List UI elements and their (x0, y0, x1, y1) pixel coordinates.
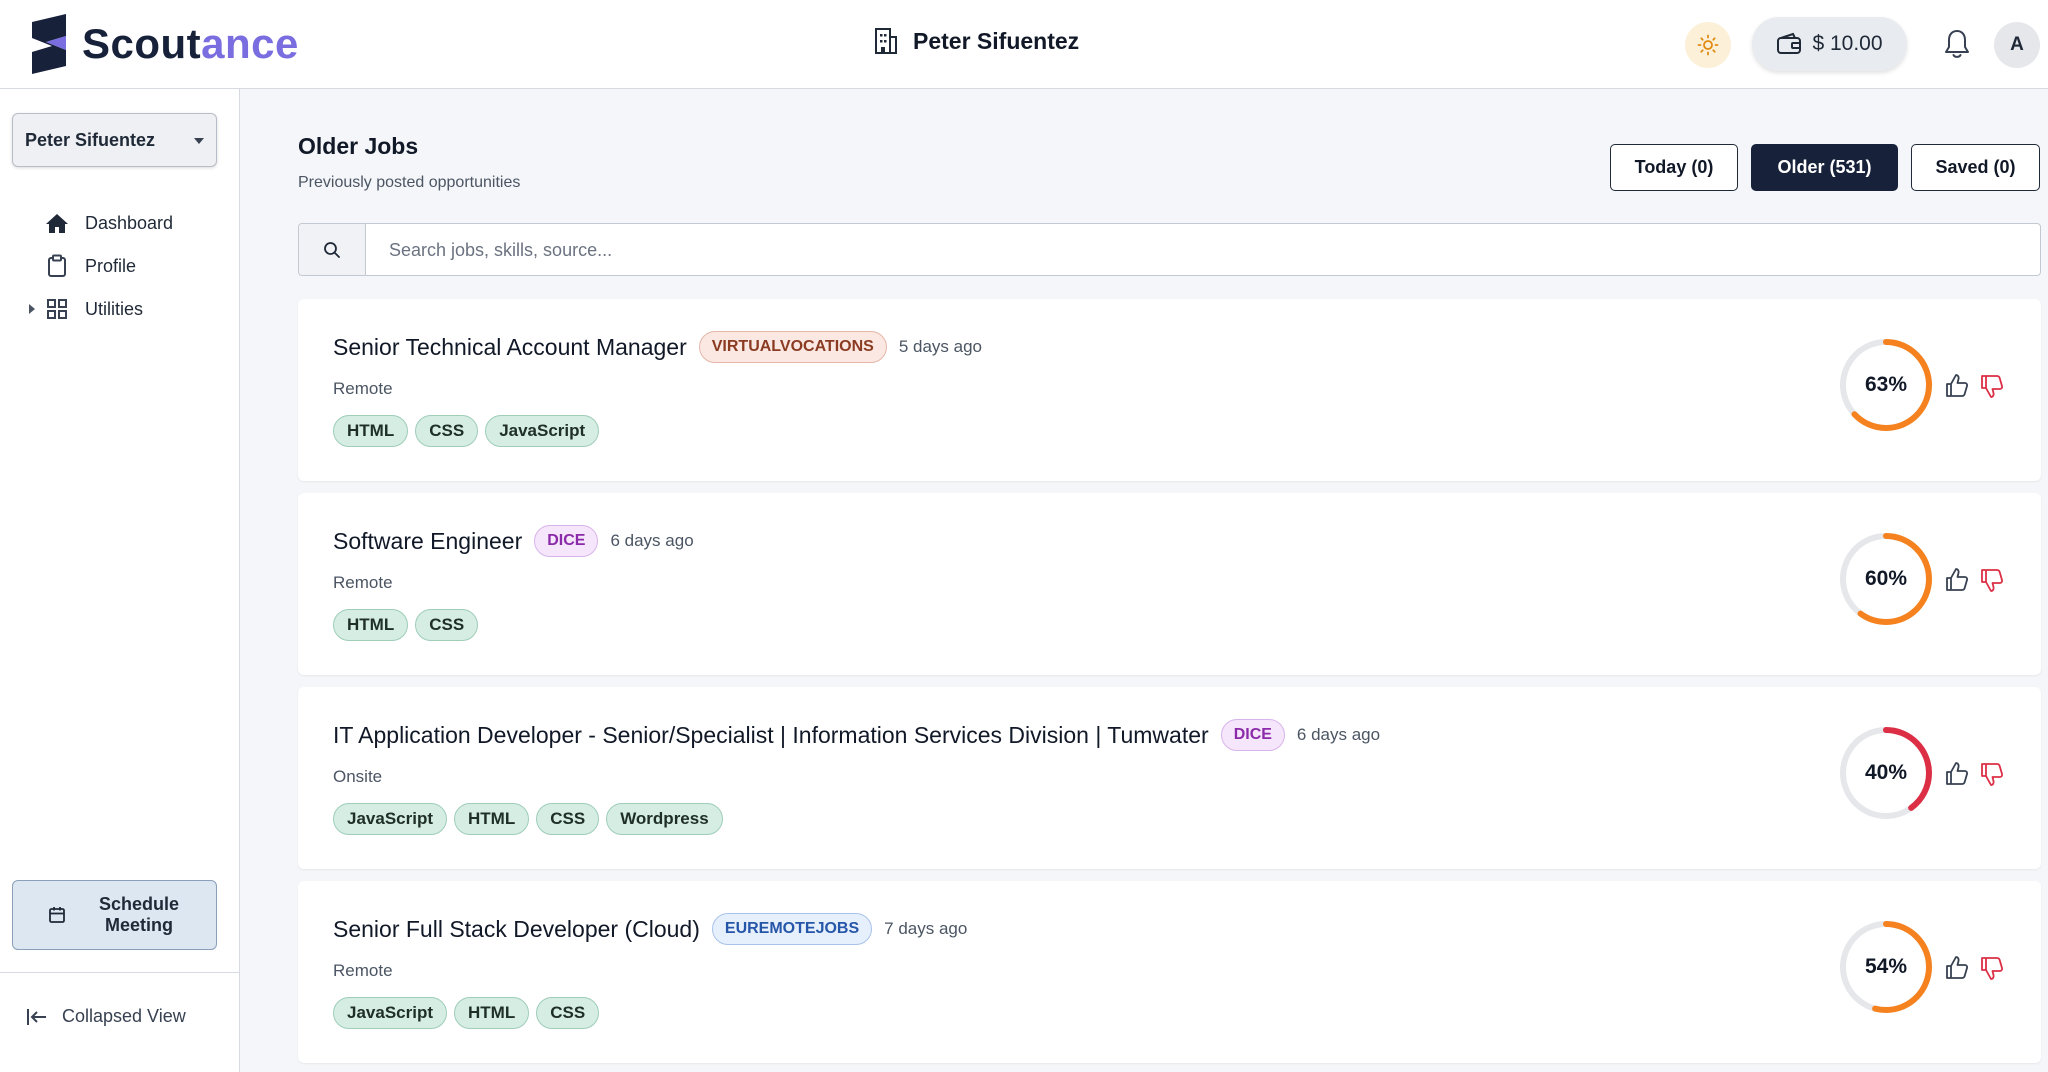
skill-tag: JavaScript (333, 997, 447, 1029)
job-card[interactable]: Senior Technical Account Manager VIRTUAL… (298, 299, 2041, 481)
skill-tag: CSS (536, 803, 600, 835)
collapse-left-icon (27, 1008, 46, 1025)
skill-tags: JavaScript HTML CSS (333, 997, 606, 1029)
skill-tag: HTML (454, 997, 530, 1029)
source-badge: EUREMOTEJOBS (711, 913, 873, 945)
expand-arrow-icon[interactable] (29, 304, 35, 314)
sidebar-item-label: Dashboard (85, 212, 174, 233)
job-card[interactable]: IT Application Developer - Senior/Specia… (298, 687, 2041, 869)
skill-tag: JavaScript (333, 803, 447, 835)
company-name: Peter Sifuentez (913, 27, 1080, 54)
match-percent: 40% (1864, 761, 1908, 784)
thumbs-up-icon[interactable] (1945, 373, 1969, 399)
job-card[interactable]: Senior Full Stack Developer (Cloud) EURE… (298, 881, 2041, 1063)
wallet-icon (1777, 32, 1802, 54)
job-title[interactable]: Senior Full Stack Developer (Cloud) (333, 916, 700, 943)
thumbs-up-icon[interactable] (1945, 567, 1969, 593)
company-indicator: Peter Sifuentez (873, 27, 1079, 55)
theme-toggle-button[interactable] (1685, 22, 1731, 68)
job-location: Remote (333, 961, 393, 980)
match-score-ring: 60% (1838, 531, 1934, 627)
match-score-ring: 40% (1838, 725, 1934, 821)
sidebar-divider (0, 972, 240, 973)
job-location: Remote (333, 573, 393, 592)
sidebar-item-profile[interactable]: Profile (22, 253, 136, 279)
sidebar-item-label: Utilities (85, 298, 144, 319)
skill-tag: CSS (415, 609, 479, 641)
match-percent: 54% (1864, 955, 1908, 978)
sidebar-item-dashboard[interactable]: Dashboard (22, 210, 173, 236)
source-badge: DICE (1220, 719, 1285, 751)
match-percent: 63% (1864, 373, 1908, 396)
skill-tags: HTML CSS JavaScript (333, 415, 606, 447)
posted-age: 6 days ago (610, 531, 694, 550)
search-button[interactable] (299, 224, 366, 275)
clipboard-icon (44, 253, 70, 279)
sidebar-item-label: Profile (85, 255, 137, 276)
thumbs-down-icon[interactable] (1980, 567, 2004, 593)
collapse-view-label: Collapsed View (62, 1006, 186, 1026)
job-card[interactable]: Software Engineer DICE 6 days ago Remote… (298, 493, 2041, 675)
top-header: Scoutance Peter Sifuentez $ 10.00 A (0, 0, 2048, 89)
scoutance-logo-icon (32, 14, 66, 74)
sun-icon (1697, 34, 1719, 56)
job-title[interactable]: IT Application Developer - Senior/Specia… (333, 722, 1209, 749)
schedule-meeting-label: Schedule Meeting (98, 894, 180, 935)
skill-tag: CSS (415, 415, 479, 447)
avatar[interactable]: A (1994, 22, 2040, 68)
skill-tag: Wordpress (606, 803, 723, 835)
sidebar-item-utilities[interactable]: Utilities (22, 296, 143, 322)
search-bar (298, 223, 2041, 276)
thumbs-down-icon[interactable] (1980, 955, 2004, 981)
skill-tag: CSS (536, 997, 600, 1029)
app-logo[interactable]: Scoutance (30, 12, 299, 76)
home-icon (44, 210, 70, 236)
job-title[interactable]: Senior Technical Account Manager (333, 334, 687, 361)
collapse-view-button[interactable]: Collapsed View (26, 1006, 186, 1027)
posted-age: 7 days ago (884, 919, 968, 938)
search-input[interactable] (389, 236, 1989, 264)
match-score-ring: 54% (1838, 919, 1934, 1015)
job-location: Onsite (333, 767, 383, 786)
thumbs-up-icon[interactable] (1945, 955, 1969, 981)
source-badge: DICE (534, 525, 599, 557)
tab-today[interactable]: Today (0) (1610, 144, 1738, 191)
job-location: Remote (333, 379, 393, 398)
schedule-meeting-button[interactable]: Schedule Meeting (12, 880, 217, 950)
match-score-ring: 63% (1838, 337, 1934, 433)
wallet-balance-button[interactable]: $ 10.00 (1752, 17, 1907, 71)
thumbs-down-icon[interactable] (1980, 373, 2004, 399)
wallet-amount: $ 10.00 (1812, 32, 1883, 55)
building-icon (875, 28, 897, 54)
job-title[interactable]: Software Engineer (333, 528, 522, 555)
bell-icon[interactable] (1942, 28, 1972, 60)
user-select-dropdown[interactable]: Peter Sifuentez (12, 113, 217, 167)
page-title: Older Jobs (298, 133, 419, 159)
user-select-value: Peter Sifuentez (25, 129, 156, 150)
tab-older[interactable]: Older (531) (1751, 144, 1898, 191)
grid-icon (44, 296, 70, 322)
source-badge: VIRTUALVOCATIONS (698, 331, 887, 363)
caret-down-icon (194, 138, 204, 144)
app-name: Scoutance (82, 20, 299, 67)
posted-age: 5 days ago (898, 337, 983, 356)
match-percent: 60% (1864, 567, 1908, 590)
skill-tag: HTML (454, 803, 530, 835)
sidebar: Peter Sifuentez Dashboard Profile Utilit… (0, 89, 240, 1072)
skill-tags: HTML CSS (333, 609, 485, 641)
tab-saved[interactable]: Saved (0) (1911, 144, 2040, 191)
thumbs-up-icon[interactable] (1945, 761, 1969, 787)
page-subtitle: Previously posted opportunities (298, 174, 521, 191)
skill-tag: HTML (333, 415, 409, 447)
search-icon (324, 241, 340, 258)
skill-tag: HTML (333, 609, 409, 641)
calendar-icon (49, 907, 65, 923)
thumbs-down-icon[interactable] (1980, 761, 2004, 787)
skill-tags: JavaScript HTML CSS Wordpress (333, 803, 730, 835)
skill-tag: JavaScript (485, 415, 600, 447)
posted-age: 6 days ago (1296, 725, 1381, 744)
